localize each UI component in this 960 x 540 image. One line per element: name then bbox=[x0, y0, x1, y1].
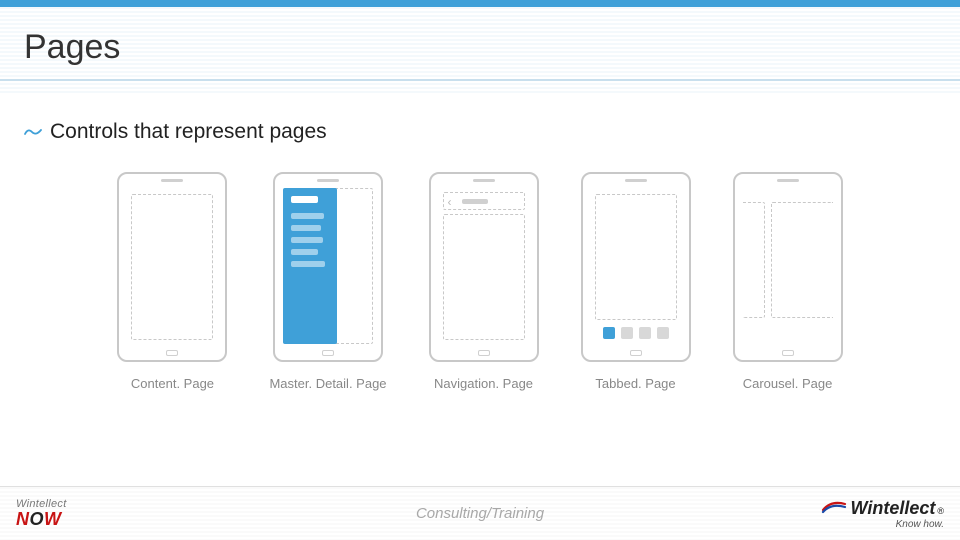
tabbedpage-mock bbox=[581, 172, 691, 362]
page-types-diagram: Content. Page Master. bbox=[0, 172, 960, 391]
master-header-line bbox=[291, 196, 318, 203]
title-underline bbox=[0, 79, 960, 81]
carouselpage-col: Carousel. Page bbox=[733, 172, 843, 391]
phone-earpiece bbox=[473, 179, 495, 182]
master-panel bbox=[283, 188, 337, 344]
logo-left-bottom: NOW bbox=[16, 510, 67, 528]
page-title: Pages bbox=[24, 28, 120, 67]
bullet-item: Controls that represent pages bbox=[24, 120, 327, 144]
contentpage-label: Content. Page bbox=[131, 376, 214, 391]
home-button-icon bbox=[166, 350, 178, 356]
carouselpage-label: Carousel. Page bbox=[743, 376, 833, 391]
content-region bbox=[131, 194, 213, 340]
navigationpage-mock: ‹ bbox=[429, 172, 539, 362]
tab-indicator bbox=[639, 327, 651, 339]
tab-indicator bbox=[657, 327, 669, 339]
tab-strip bbox=[595, 326, 677, 340]
master-item-line bbox=[291, 261, 325, 267]
carousel-peek-region bbox=[743, 202, 765, 318]
masterdetailpage-mock bbox=[273, 172, 383, 362]
footer-tagline: Consulting/Training bbox=[416, 505, 544, 522]
masterdetailpage-col: Master. Detail. Page bbox=[269, 172, 386, 391]
home-button-icon bbox=[782, 350, 794, 356]
wintellect-logo: Wintellect ® Know how. bbox=[821, 498, 945, 530]
master-item-line bbox=[291, 249, 318, 255]
home-button-icon bbox=[322, 350, 334, 356]
slide: Pages Controls that represent pages Cont… bbox=[0, 0, 960, 540]
phone-earpiece bbox=[161, 179, 183, 182]
master-item-line bbox=[291, 213, 324, 219]
swoosh-icon bbox=[821, 498, 847, 518]
tab-content-region bbox=[595, 194, 677, 320]
bullet-text: Controls that represent pages bbox=[50, 120, 327, 144]
phone-earpiece bbox=[625, 179, 647, 182]
masterdetailpage-label: Master. Detail. Page bbox=[269, 376, 386, 391]
master-item-line bbox=[291, 225, 321, 231]
navigationpage-col: ‹ Navigation. Page bbox=[429, 172, 539, 391]
tabbedpage-label: Tabbed. Page bbox=[595, 376, 675, 391]
phone-earpiece bbox=[317, 179, 339, 182]
home-button-icon bbox=[478, 350, 490, 356]
nav-bar-region: ‹ bbox=[443, 192, 525, 210]
detail-region bbox=[333, 188, 373, 344]
contentpage-mock bbox=[117, 172, 227, 362]
master-item-line bbox=[291, 237, 323, 243]
tab-indicator-active bbox=[603, 327, 615, 339]
home-button-icon bbox=[630, 350, 642, 356]
logo-right-brand: Wintellect bbox=[851, 499, 936, 517]
top-accent-bar bbox=[0, 0, 960, 7]
nav-title-placeholder bbox=[462, 199, 488, 204]
footer: Wintellect NOW Consulting/Training Winte… bbox=[0, 486, 960, 540]
tabbedpage-col: Tabbed. Page bbox=[581, 172, 691, 391]
wave-bullet-icon bbox=[24, 125, 42, 139]
registered-mark: ® bbox=[937, 507, 944, 516]
carouselpage-mock bbox=[733, 172, 843, 362]
logo-right-tag: Know how. bbox=[896, 520, 944, 530]
nav-content-region bbox=[443, 214, 525, 340]
contentpage-col: Content. Page bbox=[117, 172, 227, 391]
tab-indicator bbox=[621, 327, 633, 339]
carousel-current-region bbox=[771, 202, 833, 318]
phone-earpiece bbox=[777, 179, 799, 182]
wintellect-now-logo: Wintellect NOW bbox=[16, 499, 67, 528]
back-chevron-icon: ‹ bbox=[448, 196, 452, 208]
navigationpage-label: Navigation. Page bbox=[434, 376, 533, 391]
